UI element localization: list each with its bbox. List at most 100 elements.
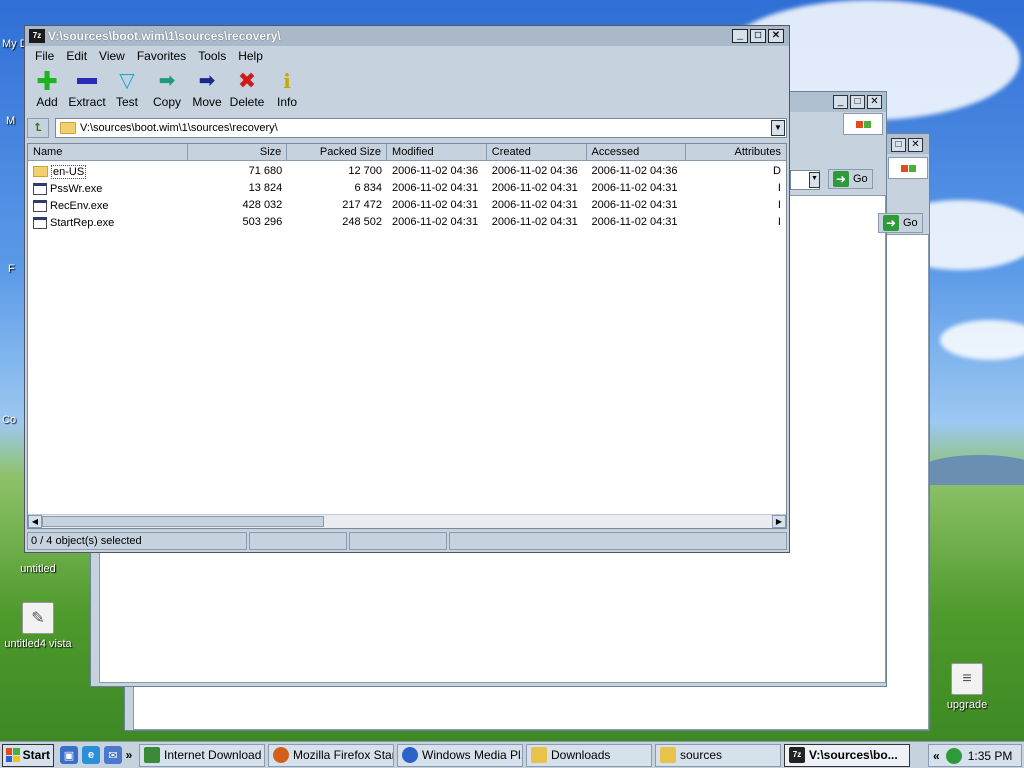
address-combo[interactable]: V:\sources\boot.wim\1\sources\recovery\ … (55, 118, 787, 138)
cloud (940, 320, 1024, 360)
show-desktop-icon[interactable]: ▣ (60, 746, 78, 764)
task-label: sources (680, 748, 723, 762)
menu-bar: File Edit View Favorites Tools Help (25, 46, 789, 65)
status-bar: 0 / 4 object(s) selected (27, 532, 787, 550)
column-attributes[interactable]: Attributes (686, 144, 786, 161)
test-button[interactable]: ▽ Test (107, 67, 147, 113)
tray-chevron[interactable]: « (933, 749, 940, 763)
menu-favorites[interactable]: Favorites (131, 49, 192, 63)
table-row[interactable]: PssWr.exe 13 824 6 834 2006-11-02 04:31 … (28, 180, 786, 197)
menu-file[interactable]: File (29, 49, 60, 63)
file-size: 428 032 (242, 199, 283, 211)
task-7zip[interactable]: 7z V:\sources\bo... (784, 743, 910, 767)
firefox-icon (273, 747, 289, 763)
desktop-clipped-label: M (6, 115, 16, 127)
close-icon[interactable]: ✕ (908, 138, 923, 152)
go-button[interactable]: ➜ Go (828, 169, 873, 189)
menu-tools[interactable]: Tools (192, 49, 232, 63)
column-accessed[interactable]: Accessed (587, 144, 687, 161)
plus-icon: ✚ (36, 66, 58, 96)
copy-label: Copy (152, 95, 181, 109)
up-folder-button[interactable]: ⮤ (27, 118, 49, 138)
task-label: Downloads (551, 748, 611, 762)
column-name[interactable]: Name (28, 144, 188, 161)
desktop-icon-upgrade[interactable]: ≡ upgrade (927, 663, 1007, 711)
minimize-icon[interactable]: _ (833, 95, 848, 109)
task-internet-download[interactable]: Internet Download ... (139, 743, 265, 767)
desktop-icon-untitled[interactable]: untitled (0, 563, 78, 575)
status-pane (449, 532, 787, 550)
file-list[interactable]: Name Size Packed Size Modified Created A… (27, 143, 787, 529)
table-row[interactable]: StartRep.exe 503 296 248 502 2006-11-02 … (28, 214, 786, 231)
column-modified[interactable]: Modified (387, 144, 487, 161)
info-button[interactable]: i Info (267, 67, 307, 113)
chevron-down-icon[interactable]: ▼ (771, 120, 785, 136)
archive-window[interactable]: 7z V:\sources\boot.wim\1\sources\recover… (24, 25, 790, 553)
task-sources[interactable]: sources (655, 743, 781, 767)
maximize-button[interactable]: □ (750, 29, 766, 43)
file-modified: 2006-11-02 04:36 (392, 165, 479, 177)
column-size[interactable]: Size (188, 144, 288, 161)
7zip-app-icon[interactable]: 7z (29, 29, 45, 43)
horizontal-scrollbar[interactable]: ◀ ▶ (28, 514, 786, 528)
file-created: 2006-11-02 04:36 (491, 165, 578, 177)
internet-explorer-icon[interactable]: e (82, 746, 100, 764)
task-downloads[interactable]: Downloads (526, 743, 652, 767)
close-icon[interactable]: ✕ (867, 95, 882, 109)
copy-button[interactable]: ➡ Copy (147, 67, 187, 113)
window-titlebar[interactable]: 7z V:\sources\boot.wim\1\sources\recover… (25, 26, 789, 46)
maximize-icon[interactable]: □ (891, 138, 906, 152)
desktop-clipped-label: F (8, 263, 15, 275)
file-attributes: D (773, 165, 781, 177)
scroll-right-icon[interactable]: ▶ (772, 515, 786, 528)
start-button[interactable]: Start (2, 743, 54, 767)
file-packed-size: 6 834 (354, 182, 383, 194)
chevron-down-icon[interactable]: ▼ (809, 172, 820, 188)
menu-help[interactable]: Help (232, 49, 269, 63)
table-row[interactable]: en-US 71 680 12 700 2006-11-02 04:36 200… (28, 163, 786, 180)
task-label: Internet Download ... (164, 748, 265, 762)
background-combo[interactable]: ▼ (790, 170, 820, 190)
menu-edit[interactable]: Edit (60, 49, 93, 63)
quick-launch-chevron[interactable]: » (122, 748, 136, 762)
window-title: V:\sources\boot.wim\1\sources\recovery\ (48, 29, 281, 43)
check-icon: ▽ (119, 70, 135, 92)
x-icon: ✖ (237, 68, 257, 93)
folder-icon (33, 166, 48, 177)
task-firefox[interactable]: Mozilla Firefox Star... (268, 743, 394, 767)
column-created[interactable]: Created (487, 144, 587, 161)
file-created: 2006-11-02 04:31 (491, 182, 578, 194)
delete-button[interactable]: ✖ Delete (227, 67, 267, 113)
windows-flag-icon (6, 748, 20, 762)
column-packed-size[interactable]: Packed Size (287, 144, 388, 161)
desktop-icon-label: upgrade (946, 699, 988, 711)
menu-view[interactable]: View (93, 49, 131, 63)
clock[interactable]: 1:35 PM (968, 749, 1013, 763)
text-file-icon: ≡ (951, 663, 983, 695)
file-name: RecEnv.exe (50, 199, 109, 212)
address-bar: ⮤ V:\sources\boot.wim\1\sources\recovery… (27, 117, 787, 139)
file-attributes: I (777, 182, 781, 194)
file-name: StartRep.exe (50, 216, 115, 229)
move-button[interactable]: ➡ Move (187, 67, 227, 113)
network-globe-icon[interactable] (945, 747, 962, 764)
file-packed-size: 248 502 (342, 216, 383, 228)
maximize-icon[interactable]: □ (850, 95, 865, 109)
executable-icon (33, 182, 47, 195)
file-size: 71 680 (248, 165, 283, 177)
task-windows-media-player[interactable]: Windows Media Pl... (397, 743, 523, 767)
close-button[interactable]: ✕ (768, 29, 784, 43)
minimize-button[interactable]: _ (732, 29, 748, 43)
email-icon[interactable]: ✉ (104, 746, 122, 764)
table-row[interactable]: RecEnv.exe 428 032 217 472 2006-11-02 04… (28, 197, 786, 214)
file-accessed: 2006-11-02 04:36 (591, 165, 678, 177)
scroll-left-icon[interactable]: ◀ (28, 515, 42, 528)
go-button[interactable]: ➜ Go (878, 213, 923, 233)
add-button[interactable]: ✚ Add (27, 67, 67, 113)
document-icon: ✎ (22, 602, 54, 634)
extract-button[interactable]: Extract (67, 67, 107, 113)
scrollbar-thumb[interactable] (42, 516, 324, 527)
file-attributes: I (777, 216, 781, 228)
desktop-icon-untitled4-vista[interactable]: ✎ untitled4 vista (0, 602, 78, 650)
column-header: Name Size Packed Size Modified Created A… (28, 144, 786, 161)
